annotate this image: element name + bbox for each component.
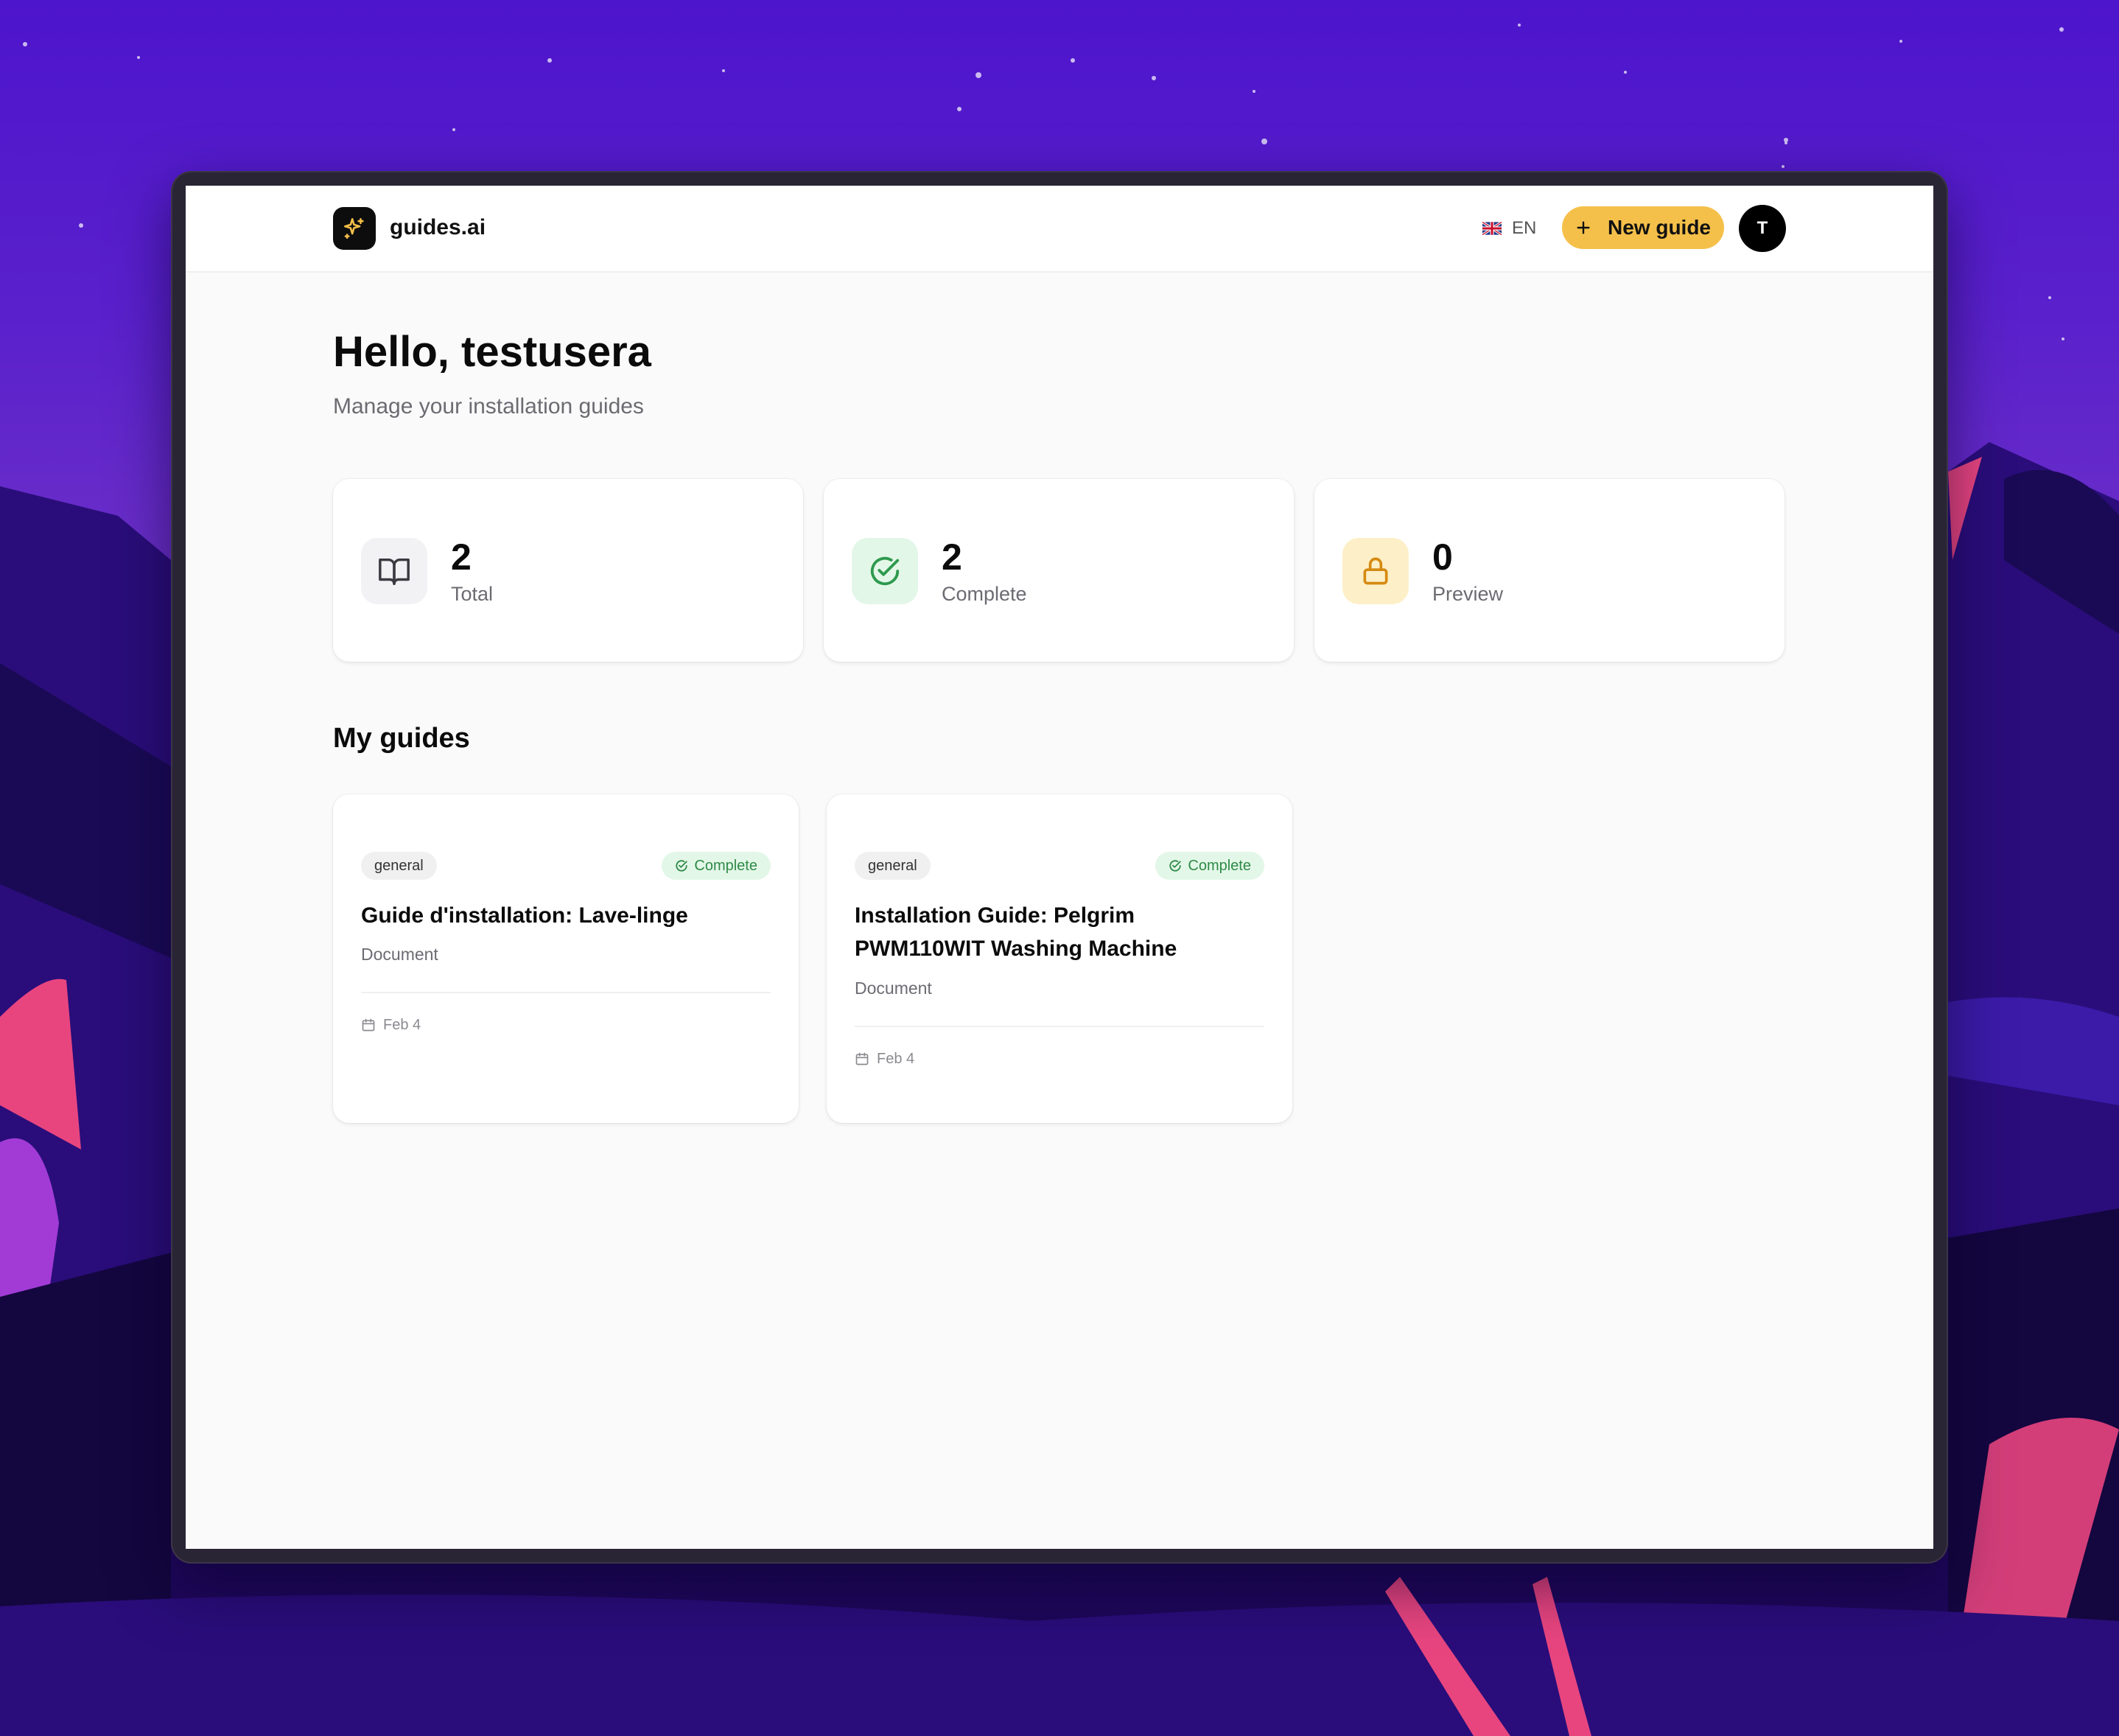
- stat-preview-value: 0: [1432, 536, 1453, 578]
- check-circle-icon: [1169, 860, 1182, 872]
- card-divider: [855, 1026, 1264, 1027]
- logo[interactable]: [333, 207, 376, 250]
- top-navigation-bar: guides.ai EN New guide T: [186, 186, 1933, 273]
- language-label: EN: [1512, 218, 1537, 238]
- stat-total-value: 2: [451, 536, 472, 578]
- category-tag: general: [361, 852, 437, 880]
- language-selector[interactable]: EN: [1482, 214, 1536, 243]
- uk-flag-icon: [1482, 222, 1502, 235]
- lock-icon: [1363, 557, 1388, 585]
- calendar-icon: [855, 1052, 869, 1065]
- stat-card-preview: 0 Preview: [1314, 479, 1784, 662]
- user-avatar[interactable]: T: [1739, 205, 1786, 252]
- status-label: Complete: [694, 858, 757, 874]
- page-subtitle: Manage your installation guides: [333, 394, 644, 419]
- date-label: Feb 4: [877, 1050, 915, 1067]
- app-screen: guides.ai EN New guide T Hello, testuser…: [186, 186, 1933, 1549]
- status-label: Complete: [1188, 858, 1251, 874]
- card-divider: [361, 992, 771, 993]
- section-title-my-guides: My guides: [333, 723, 470, 754]
- guide-date: Feb 4: [361, 1014, 421, 1036]
- plus-icon: [1577, 221, 1590, 234]
- calendar-icon: [362, 1018, 375, 1032]
- guide-title[interactable]: Installation Guide: Pelgrim PWM110WIT Wa…: [855, 899, 1267, 965]
- stat-total-label: Total: [451, 583, 494, 605]
- guide-date: Feb 4: [855, 1048, 914, 1070]
- stat-icon-box: [852, 538, 918, 604]
- stat-card-complete: 2 Complete: [824, 479, 1294, 662]
- stat-icon-box: [361, 538, 427, 604]
- sparkles-icon: [343, 217, 364, 239]
- stat-icon-box: [1342, 538, 1409, 604]
- category-tag: general: [855, 852, 931, 880]
- book-open-icon: [379, 558, 410, 585]
- status-badge: Complete: [1155, 852, 1264, 880]
- guide-card[interactable]: general Complete Installation Guide: Pel…: [827, 794, 1292, 1123]
- new-guide-label: New guide: [1607, 216, 1711, 239]
- guide-type: Document: [855, 979, 932, 998]
- brand-name[interactable]: guides.ai: [390, 213, 486, 242]
- stat-preview-label: Preview: [1432, 583, 1504, 605]
- stat-complete-label: Complete: [942, 583, 1027, 605]
- status-badge: Complete: [662, 852, 771, 880]
- stat-complete-value: 2: [942, 536, 962, 578]
- check-circle-icon: [676, 860, 688, 872]
- check-circle-icon: [870, 556, 900, 586]
- stat-card-total: 2 Total: [333, 479, 803, 662]
- guide-title[interactable]: Guide d'installation: Lave-linge: [361, 899, 774, 932]
- page-title: Hello, testusera: [333, 328, 651, 376]
- date-label: Feb 4: [383, 1016, 421, 1033]
- new-guide-button[interactable]: New guide: [1562, 206, 1724, 249]
- guide-card[interactable]: general Complete Guide d'installation: L…: [333, 794, 799, 1123]
- guide-type: Document: [361, 945, 438, 964]
